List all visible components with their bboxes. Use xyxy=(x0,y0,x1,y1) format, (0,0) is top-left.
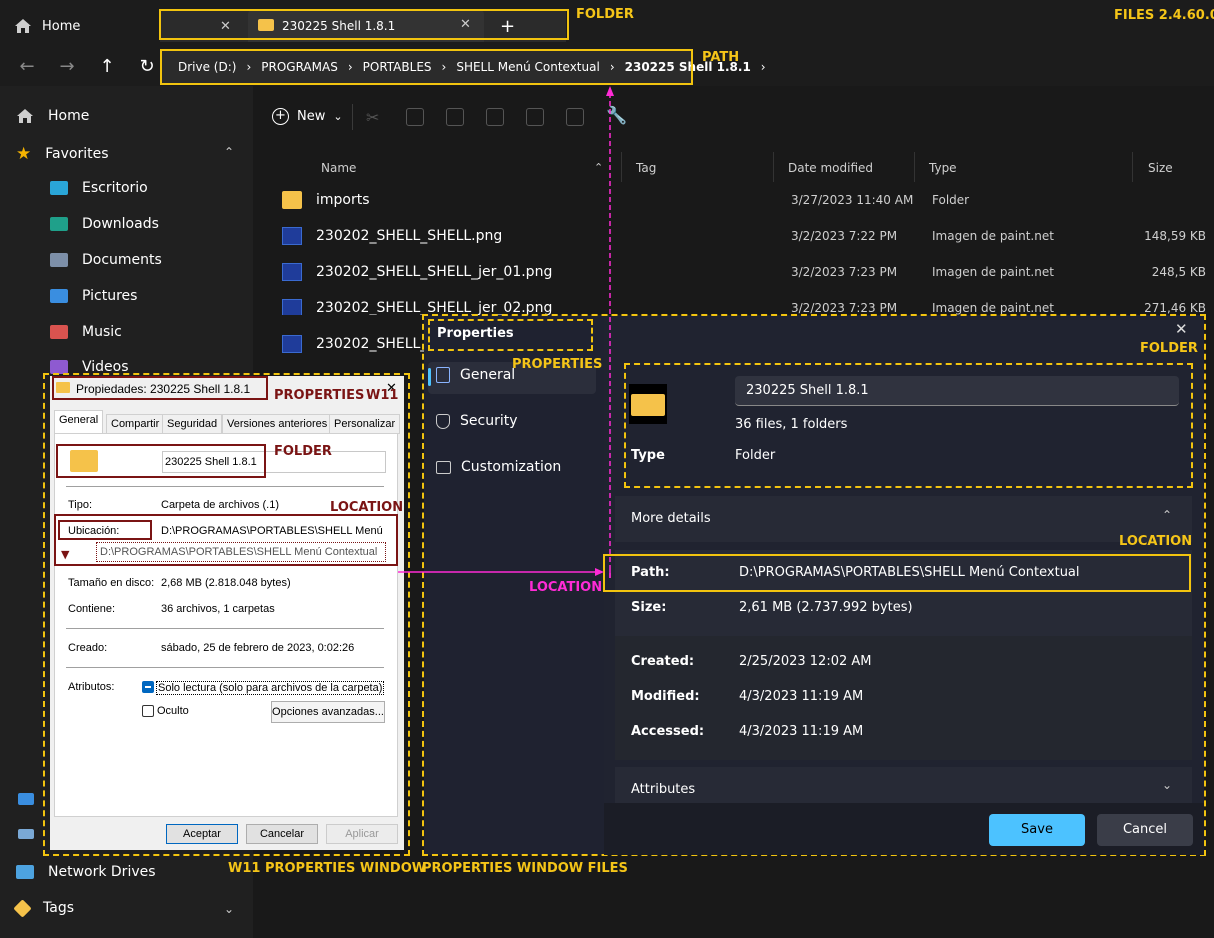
arrow-head xyxy=(606,86,614,96)
arrow-head xyxy=(595,568,604,576)
annotation-arrows xyxy=(398,86,614,578)
